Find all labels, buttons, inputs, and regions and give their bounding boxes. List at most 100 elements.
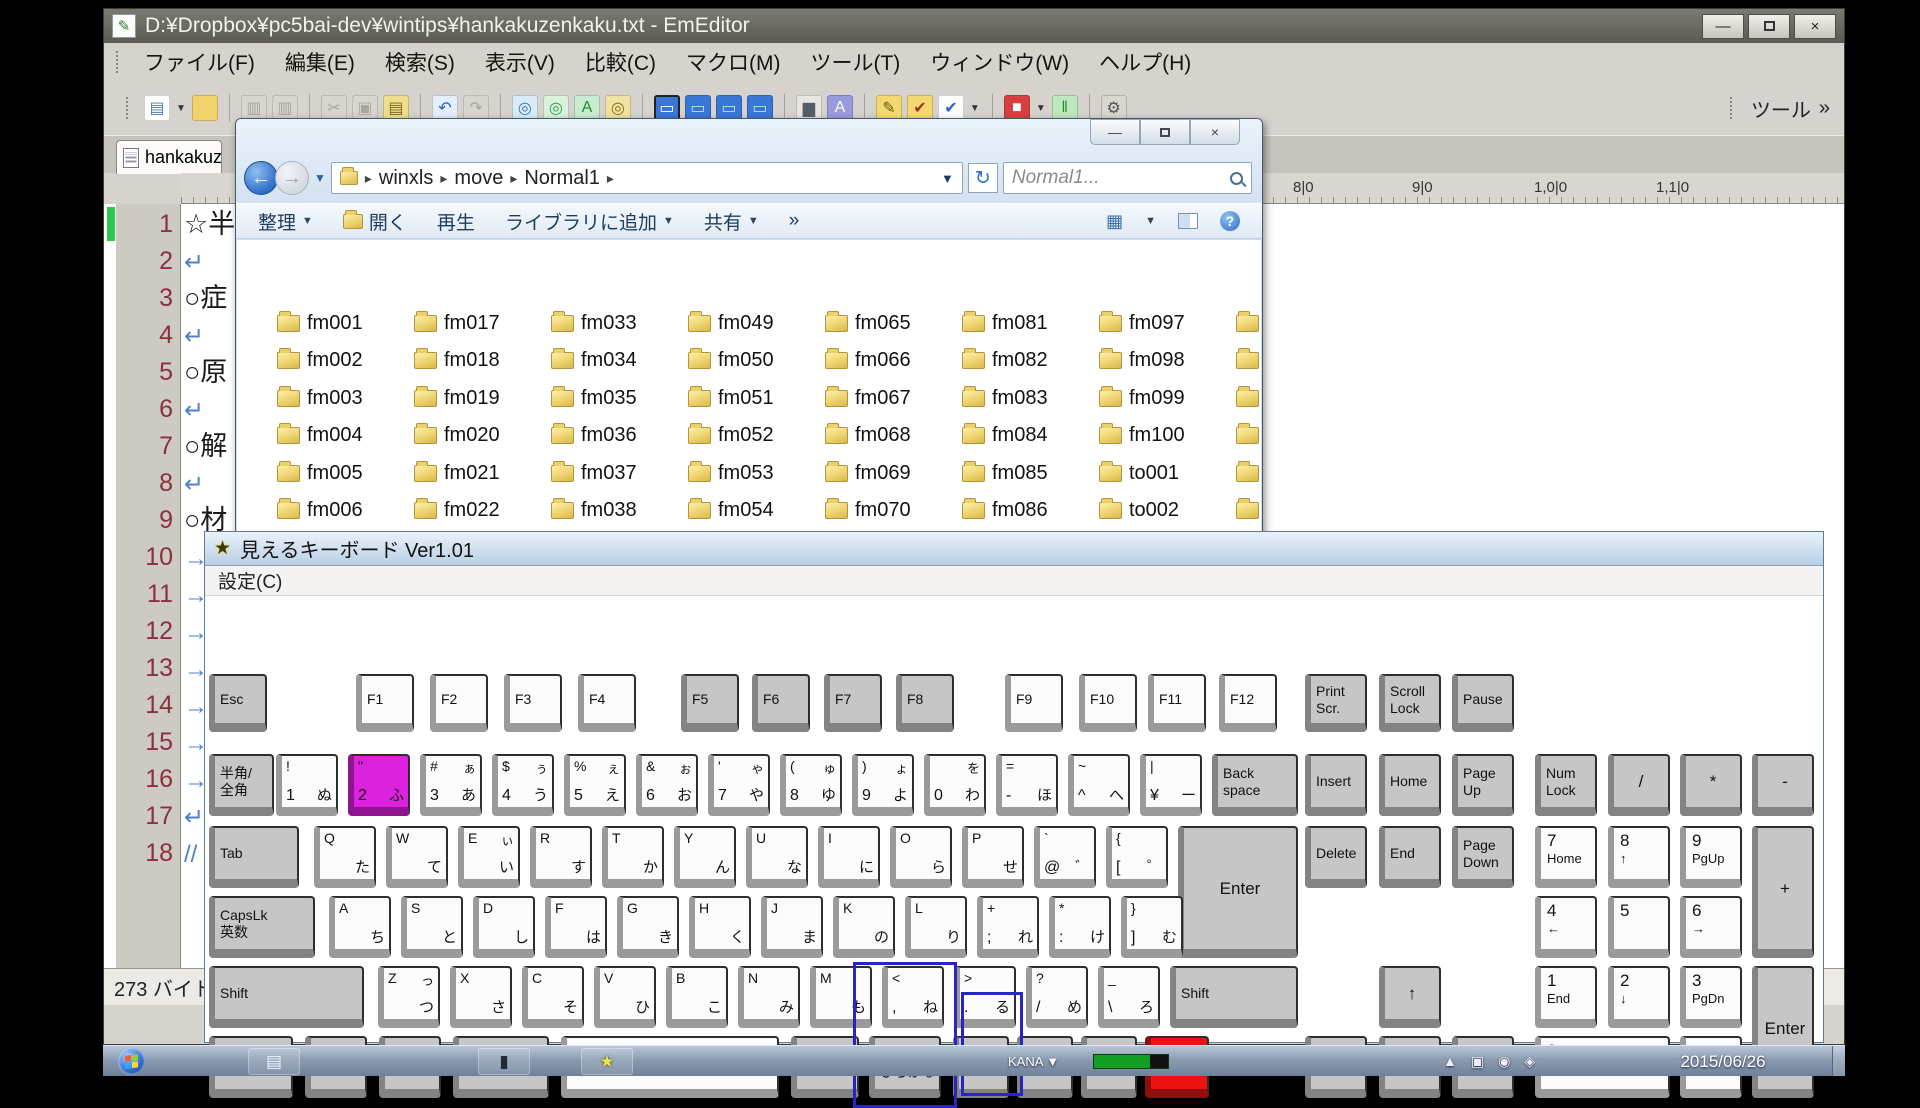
key-print-screen[interactable]: PrintScr. [1305, 674, 1367, 732]
key-f[interactable]: Fは [545, 896, 607, 958]
folder-item-fm020[interactable]: fm020 [414, 421, 547, 451]
new-document-icon[interactable]: ▤ [144, 95, 170, 121]
folder-item-to001[interactable]: to001 [1099, 458, 1232, 488]
minimize-button[interactable]: — [1702, 14, 1744, 39]
key-semicolon[interactable]: +;れ [977, 896, 1039, 958]
key-f2[interactable]: F2 [430, 674, 488, 732]
folder-item-fm066[interactable]: fm066 [825, 346, 958, 376]
folder-item-fm053[interactable]: fm053 [688, 458, 821, 488]
key-j[interactable]: Jま [761, 896, 823, 958]
key-y[interactable]: Yん [674, 826, 736, 888]
folder-item-fm050[interactable]: fm050 [688, 346, 821, 376]
explorer-title-bar[interactable]: — × ← → ▼ ▸winxls▸move▸Normal1▸ ▼ ↻ Norm… [236, 119, 1262, 239]
key-f11[interactable]: F11 [1148, 674, 1206, 732]
key-numpad8[interactable]: 8↑ [1608, 826, 1670, 888]
clock-date[interactable]: 2015/06/26 [1653, 1052, 1793, 1072]
key-hankaku-zenkaku[interactable]: 半角/全角 [209, 754, 274, 816]
folder-item-fm037[interactable]: fm037 [551, 458, 684, 488]
keyboard-title-bar[interactable]: ★ 見えるキーボード Ver1.01 [205, 532, 1823, 566]
folder-item-fm002[interactable]: fm002 [277, 346, 410, 376]
folder-item-fm035[interactable]: fm035 [551, 383, 684, 413]
folder-item-fm067[interactable]: fm067 [825, 383, 958, 413]
key-numpad4[interactable]: 4← [1535, 896, 1597, 958]
key-esc[interactable]: Esc [209, 674, 267, 732]
key-numpad5[interactable]: 5 [1608, 896, 1670, 958]
key-page-down[interactable]: PageDown [1452, 826, 1514, 888]
key-f7[interactable]: F7 [824, 674, 882, 732]
key-o[interactable]: Oら [890, 826, 952, 888]
key-k[interactable]: Kの [833, 896, 895, 958]
key-end[interactable]: End [1379, 826, 1441, 888]
folder-item-fm070[interactable]: fm070 [825, 496, 958, 526]
refresh-icon[interactable]: ↻ [968, 163, 998, 193]
key-home[interactable]: Home [1379, 754, 1441, 816]
key-numpad-divide[interactable]: / [1608, 754, 1670, 816]
key-backspace[interactable]: Backspace [1212, 754, 1298, 816]
menu-item-2[interactable]: 検索(S) [370, 47, 470, 77]
views-icon[interactable]: ▦ [1106, 211, 1123, 232]
folder-item-fm084[interactable]: fm084 [962, 421, 1095, 451]
folder-item[interactable] [1236, 346, 1261, 376]
explorer-toolbar-item-4[interactable]: 共有▼ [704, 208, 759, 235]
folder-item-fm085[interactable]: fm085 [962, 458, 1095, 488]
address-dropdown-icon[interactable]: ▼ [941, 171, 954, 186]
breadcrumb-segment-move[interactable]: move [454, 167, 503, 190]
key-f4[interactable]: F4 [578, 674, 636, 732]
key-f10[interactable]: F10 [1079, 674, 1137, 732]
menu-item-8[interactable]: ヘルプ(H) [1084, 47, 1206, 77]
folder-item-fm065[interactable]: fm065 [825, 308, 958, 338]
key-backslash[interactable]: _\ろ [1098, 966, 1160, 1028]
folder-item-fm005[interactable]: fm005 [277, 458, 410, 488]
key-numpad-subtract[interactable]: - [1752, 754, 1814, 816]
key-q[interactable]: Qた [314, 826, 376, 888]
breadcrumb[interactable]: ▸winxls▸move▸Normal1▸ ▼ [331, 162, 963, 194]
folder-item-fm069[interactable]: fm069 [825, 458, 958, 488]
key-v[interactable]: Vひ [594, 966, 656, 1028]
key-numpad7[interactable]: 7Home [1535, 826, 1597, 888]
menu-item-0[interactable]: ファイル(F) [129, 47, 270, 77]
customize-check-dropdown-icon[interactable]: ▼ [970, 103, 980, 114]
folder-item-fm098[interactable]: fm098 [1099, 346, 1232, 376]
key-f12[interactable]: F12 [1219, 674, 1277, 732]
key-n[interactable]: Nみ [738, 966, 800, 1028]
key-l[interactable]: Lり [905, 896, 967, 958]
preview-pane-icon[interactable] [1178, 213, 1198, 229]
folder-item-fm017[interactable]: fm017 [414, 308, 547, 338]
explorer-close-button[interactable]: × [1190, 119, 1240, 145]
folder-item-fm018[interactable]: fm018 [414, 346, 547, 376]
key-tab[interactable]: Tab [209, 826, 299, 888]
tray-icon-1[interactable]: ▣ [1471, 1053, 1484, 1070]
key-0[interactable]: を0わ [924, 754, 986, 816]
key-enter[interactable]: Enter [1178, 826, 1298, 958]
key-e[interactable]: Eぃい [458, 826, 520, 888]
key-6[interactable]: &ぉ6お [636, 754, 698, 816]
search-input[interactable]: Normal1... [1003, 162, 1252, 194]
key-2[interactable]: "2ふ [348, 754, 410, 816]
key-colon[interactable]: *:け [1049, 896, 1111, 958]
folder-item-to002[interactable]: to002 [1099, 496, 1232, 526]
key-yen[interactable]: |¥ー [1140, 754, 1202, 816]
key-g[interactable]: Gき [617, 896, 679, 958]
taskbar-app-keyboard[interactable]: ★ [581, 1048, 633, 1075]
folder-item-fm100[interactable]: fm100 [1099, 421, 1232, 451]
close-button[interactable]: × [1794, 14, 1836, 39]
key-3[interactable]: #ぁ3あ [420, 754, 482, 816]
breadcrumb-segment-winxls[interactable]: winxls [379, 167, 433, 190]
key-f1[interactable]: F1 [356, 674, 414, 732]
emeditor-title-bar[interactable]: ✎ D:¥Dropbox¥pc5bai-dev¥wintips¥hankakuz… [104, 9, 1844, 43]
key-x[interactable]: Xさ [450, 966, 512, 1028]
key-t[interactable]: Tか [602, 826, 664, 888]
start-button[interactable] [118, 1048, 145, 1075]
document-tab[interactable]: hankakuzenkaku.txt [116, 140, 222, 174]
key-shift-left[interactable]: Shift [209, 966, 364, 1028]
taskbar-app-document[interactable]: ▤ [248, 1048, 300, 1075]
folder-item-fm019[interactable]: fm019 [414, 383, 547, 413]
folder-item-fm081[interactable]: fm081 [962, 308, 1095, 338]
key-z[interactable]: Zっつ [378, 966, 440, 1028]
key-scroll-lock[interactable]: ScrollLock [1379, 674, 1441, 732]
menu-item-settings[interactable]: 設定(C) [218, 567, 282, 594]
key-f9[interactable]: F9 [1005, 674, 1063, 732]
key-4[interactable]: $ぅ4う [492, 754, 554, 816]
key-8[interactable]: (ゅ8ゆ [780, 754, 842, 816]
explorer-minimize-button[interactable]: — [1090, 119, 1140, 145]
